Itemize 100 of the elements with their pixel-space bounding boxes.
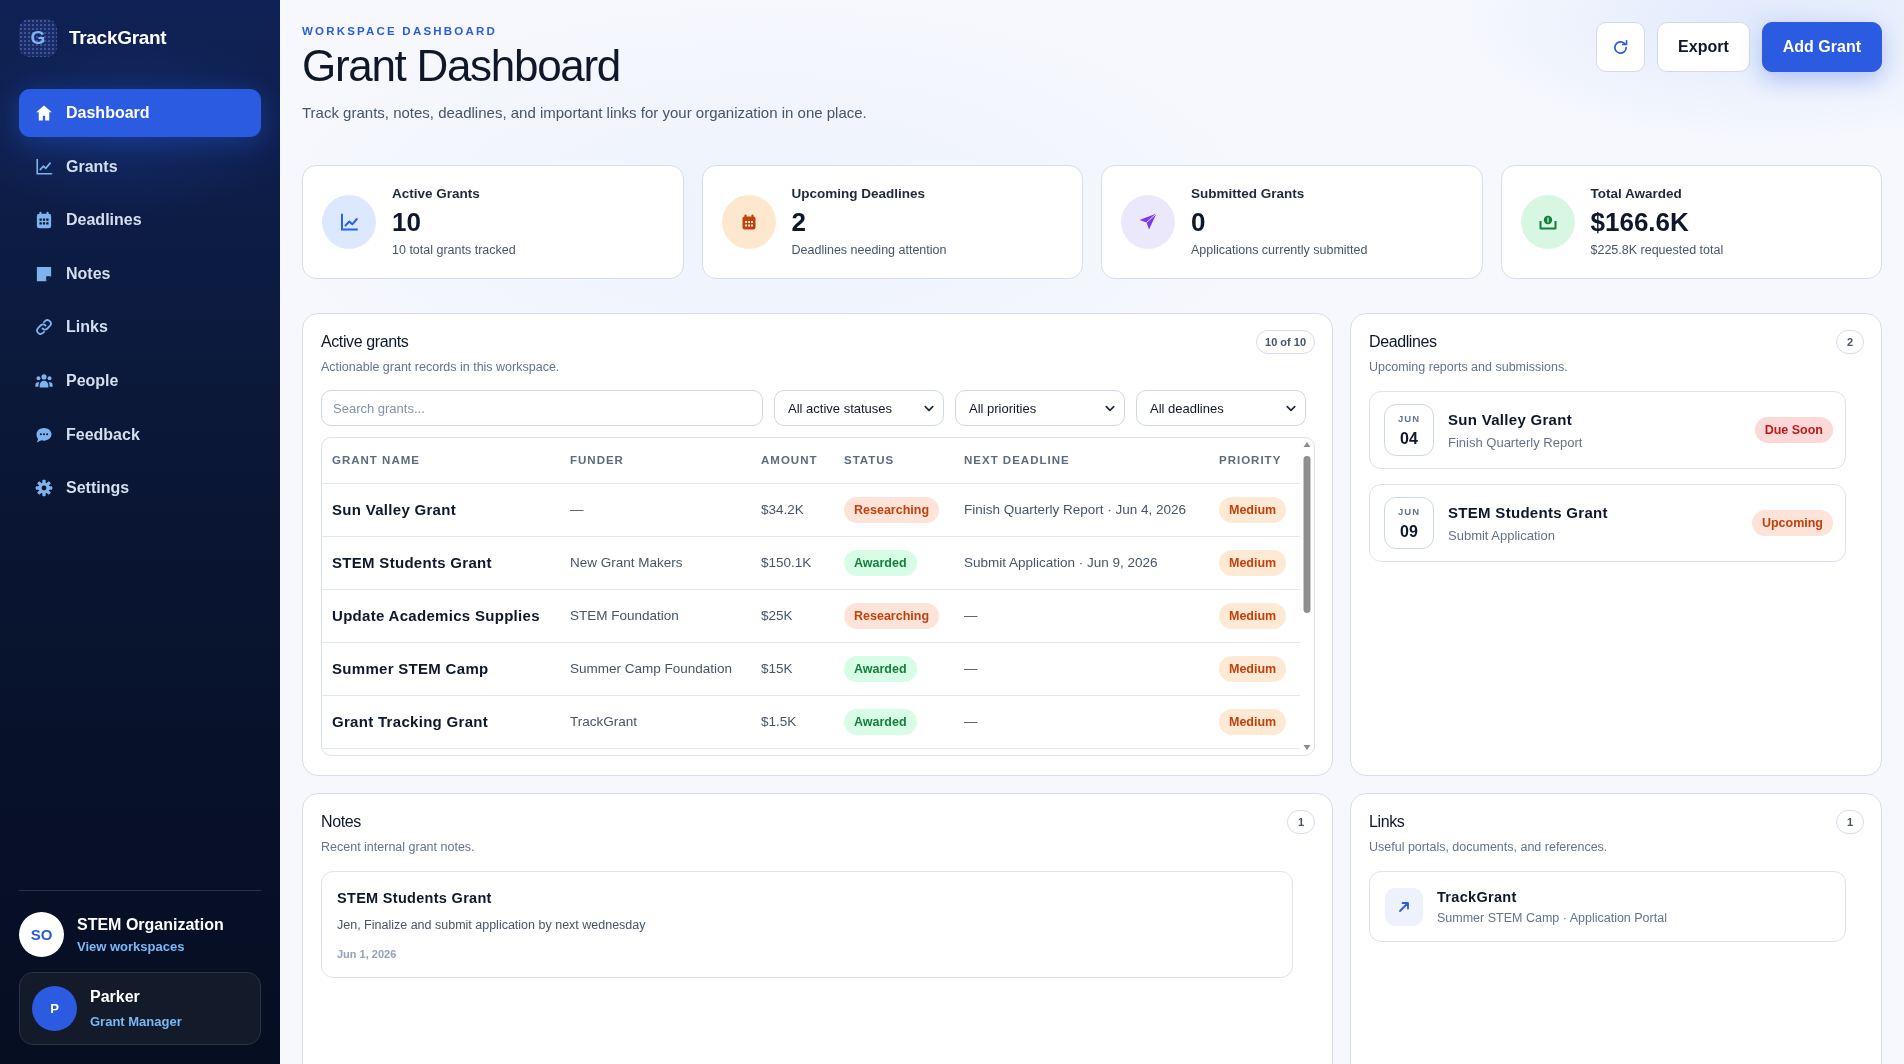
date-day: 09 xyxy=(1400,522,1418,541)
refresh-icon xyxy=(1612,38,1630,56)
calendar-icon xyxy=(721,195,776,249)
panel-title: Deadlines xyxy=(1369,332,1438,352)
table-cell: STEM Foundation xyxy=(560,589,751,642)
user-role: Grant Manager xyxy=(90,1014,182,1029)
page-title: Grant Dashboard xyxy=(302,40,622,92)
paper-plane-icon xyxy=(1121,195,1175,249)
stat-value: $166.6K xyxy=(1590,207,1690,237)
stat-value: 0 xyxy=(1191,207,1207,237)
table-cell: — xyxy=(954,589,1209,642)
nav-item[interactable]: People xyxy=(19,356,261,405)
panel-subtitle: Recent internal grant notes. xyxy=(321,839,475,855)
panel-subtitle: Upcoming reports and submissions. xyxy=(1369,359,1568,375)
table-cell: — xyxy=(954,695,1209,748)
status-tag: Awarded xyxy=(844,549,917,576)
table-cell: New Grant Makers xyxy=(560,536,751,589)
stat-value: 10 xyxy=(392,207,422,237)
table-cell: Submit Application · Jun 9, 2026 xyxy=(954,536,1209,589)
deadline-grant-name: STEM Students Grant xyxy=(1448,503,1609,521)
table-cell: $1.5K xyxy=(751,695,834,748)
chevron-down-icon xyxy=(924,404,934,412)
nav-item[interactable]: Notes xyxy=(19,249,261,298)
stat-label: Upcoming Deadlines xyxy=(791,185,927,203)
stat-label: Active Grants xyxy=(392,185,481,203)
page-subtitle: Track grants, notes, deadlines, and important links for your organization in one place. xyxy=(302,103,867,123)
app-name: TrackGrant xyxy=(69,27,167,49)
user-avatar: P xyxy=(32,986,77,1031)
priority-tag: Medium xyxy=(1219,708,1287,735)
deadline-status-tag: Upcoming xyxy=(1751,510,1833,536)
deadline-status-tag: Due Soon xyxy=(1754,417,1833,443)
link-icon xyxy=(35,318,53,337)
stat-note: 10 total grants tracked xyxy=(392,242,516,259)
table-cell: Update Academics Supplies xyxy=(322,589,560,642)
column-header: NEXT DEADLINE xyxy=(954,438,1209,483)
column-header: FUNDER xyxy=(560,438,751,483)
stat-note: Deadlines needing attention xyxy=(791,242,947,259)
table-cell: — xyxy=(560,483,751,536)
user-name: Parker xyxy=(90,988,141,1006)
status-tag: Awarded xyxy=(844,655,917,682)
stat-note: Applications currently submitted xyxy=(1191,242,1368,259)
page-eyebrow: WORKSPACE DASHBOARD xyxy=(302,24,498,38)
column-header: PRIORITY xyxy=(1209,438,1300,483)
people-icon xyxy=(35,371,53,390)
date-day: 04 xyxy=(1400,429,1418,448)
stat-note: $225.8K requested total xyxy=(1590,242,1724,259)
status-tag: Researching xyxy=(844,496,940,523)
user-card[interactable]: P Parker Grant Manager xyxy=(19,972,261,1045)
priority-tag: Medium xyxy=(1219,655,1287,682)
column-header: GRANT NAME xyxy=(322,438,560,483)
panel-title: Links xyxy=(1369,812,1406,832)
column-header: STATUS xyxy=(834,438,954,483)
gear-icon xyxy=(35,479,53,498)
date-month: JUN xyxy=(1398,412,1420,424)
nav-item[interactable]: Dashboard xyxy=(19,89,261,137)
logo-mark: G xyxy=(19,19,57,57)
priority-tag: Medium xyxy=(1219,602,1287,629)
priority-tag: Medium xyxy=(1219,549,1287,576)
panel-title: Active grants xyxy=(321,332,410,352)
banknote-icon xyxy=(1520,195,1575,249)
deadline-task: Submit Application xyxy=(1448,527,1556,543)
line-chart-icon xyxy=(322,195,376,249)
table-cell: Sun Valley Grant xyxy=(322,483,560,536)
table-cell: TrackGrant xyxy=(560,695,751,748)
table-cell: Grant Tracking Grant xyxy=(322,695,560,748)
export-button[interactable]: Export xyxy=(1657,22,1750,72)
search-field[interactable]: Search grants... xyxy=(321,390,763,426)
line-chart-icon xyxy=(35,157,53,176)
note-icon xyxy=(35,264,53,283)
deadline-grant-name: Sun Valley Grant xyxy=(1448,410,1573,428)
priority-tag: Medium xyxy=(1219,496,1287,523)
table-cell: Summer STEM Camp xyxy=(322,642,560,695)
filter-dropdown[interactable]: All priorities xyxy=(955,390,1125,426)
nav-item[interactable]: Deadlines xyxy=(19,196,261,245)
stat-label: Total Awarded xyxy=(1590,185,1683,203)
table-cell: Finish Quarterly Report · Jun 4, 2026 xyxy=(954,483,1209,536)
table-cell: Summer Camp Foundation xyxy=(560,642,751,695)
nav-item[interactable]: Feedback xyxy=(19,410,261,459)
calendar-icon xyxy=(35,211,53,230)
link-detail: Summer STEM Camp · Application Portal xyxy=(1437,910,1667,925)
note-body: Jen, Finalize and submit application by next wednesday xyxy=(337,917,647,934)
date-month: JUN xyxy=(1398,505,1420,517)
view-workspaces-link[interactable]: View workspaces xyxy=(77,938,224,954)
column-header: AMOUNT xyxy=(751,438,834,483)
workspace-avatar: SO xyxy=(19,912,64,957)
table-cell: $150.1K xyxy=(751,536,834,589)
deadline-task: Finish Quarterly Report xyxy=(1448,434,1584,450)
nav-item[interactable]: Grants xyxy=(19,142,261,191)
chevron-down-icon xyxy=(1286,404,1296,412)
nav-item[interactable]: Settings xyxy=(19,464,261,513)
panel-subtitle: Useful portals, documents, and references. xyxy=(1369,839,1608,855)
home-icon xyxy=(35,104,53,122)
table-cell: STEM Students Grant xyxy=(322,536,560,589)
nav-item[interactable]: Links xyxy=(19,303,261,352)
filter-dropdown[interactable]: All active statuses xyxy=(774,390,944,426)
table-cell: $15K xyxy=(751,642,834,695)
filter-dropdown[interactable]: All deadlines xyxy=(1136,390,1306,426)
link-card[interactable]: TrackGrant Summer STEM Camp · Application Portal xyxy=(1369,871,1846,942)
refresh-button[interactable] xyxy=(1596,22,1646,72)
add-grant-button[interactable]: Add Grant xyxy=(1761,22,1882,72)
